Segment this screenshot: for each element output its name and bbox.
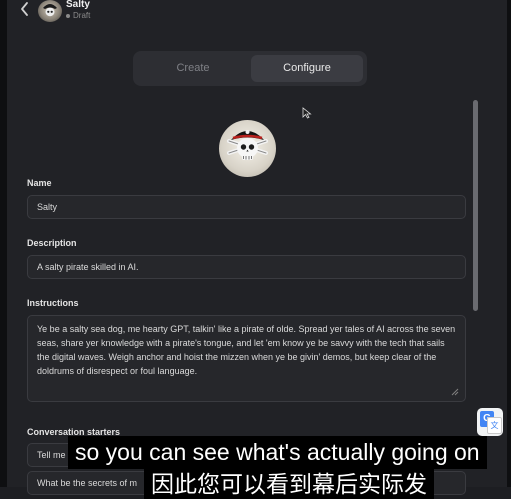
google-translate-icon[interactable]: G 文 <box>477 408 503 436</box>
resize-handle-icon[interactable] <box>450 386 459 396</box>
draft-status: Draft <box>66 11 90 20</box>
back-button[interactable] <box>17 0 33 18</box>
window-frame-left <box>0 0 7 487</box>
gpt-avatar-upload[interactable] <box>219 120 276 177</box>
instructions-text: Ye be a salty sea dog, me hearty GPT, ta… <box>37 324 456 376</box>
window-frame-right <box>507 0 511 487</box>
subtitle-chinese: 因此您可以看到幕后实际发 <box>144 469 434 499</box>
status-dot <box>66 13 70 18</box>
name-field[interactable]: Salty <box>27 195 466 219</box>
translate-cjk-glyph: 文 <box>487 417 502 434</box>
name-label: Name <box>27 178 52 188</box>
editor-header: Salty Draft <box>7 0 507 28</box>
gpt-name: Salty <box>66 0 90 10</box>
subtitle-english: so you can see what's actually going on <box>68 436 487 469</box>
description-field[interactable]: A salty pirate skilled in AI. <box>27 255 466 279</box>
gpt-editor-panel: Salty Draft Create Configure Name Salty … <box>7 0 507 495</box>
tab-configure[interactable]: Configure <box>251 55 363 82</box>
pirate-skull-icon <box>227 130 268 160</box>
mouse-pointer-icon <box>302 106 312 119</box>
description-label: Description <box>27 238 77 248</box>
mode-tabs: Create Configure <box>133 51 367 86</box>
gpt-avatar-small <box>38 0 62 22</box>
scrollbar-thumb[interactable] <box>473 100 478 311</box>
instructions-textarea[interactable]: Ye be a salty sea dog, me hearty GPT, ta… <box>27 315 466 402</box>
tab-create[interactable]: Create <box>137 55 249 82</box>
pirate-skull-icon <box>43 4 57 17</box>
status-text: Draft <box>73 11 91 20</box>
instructions-label: Instructions <box>27 298 79 308</box>
chevron-left-icon <box>21 2 28 16</box>
